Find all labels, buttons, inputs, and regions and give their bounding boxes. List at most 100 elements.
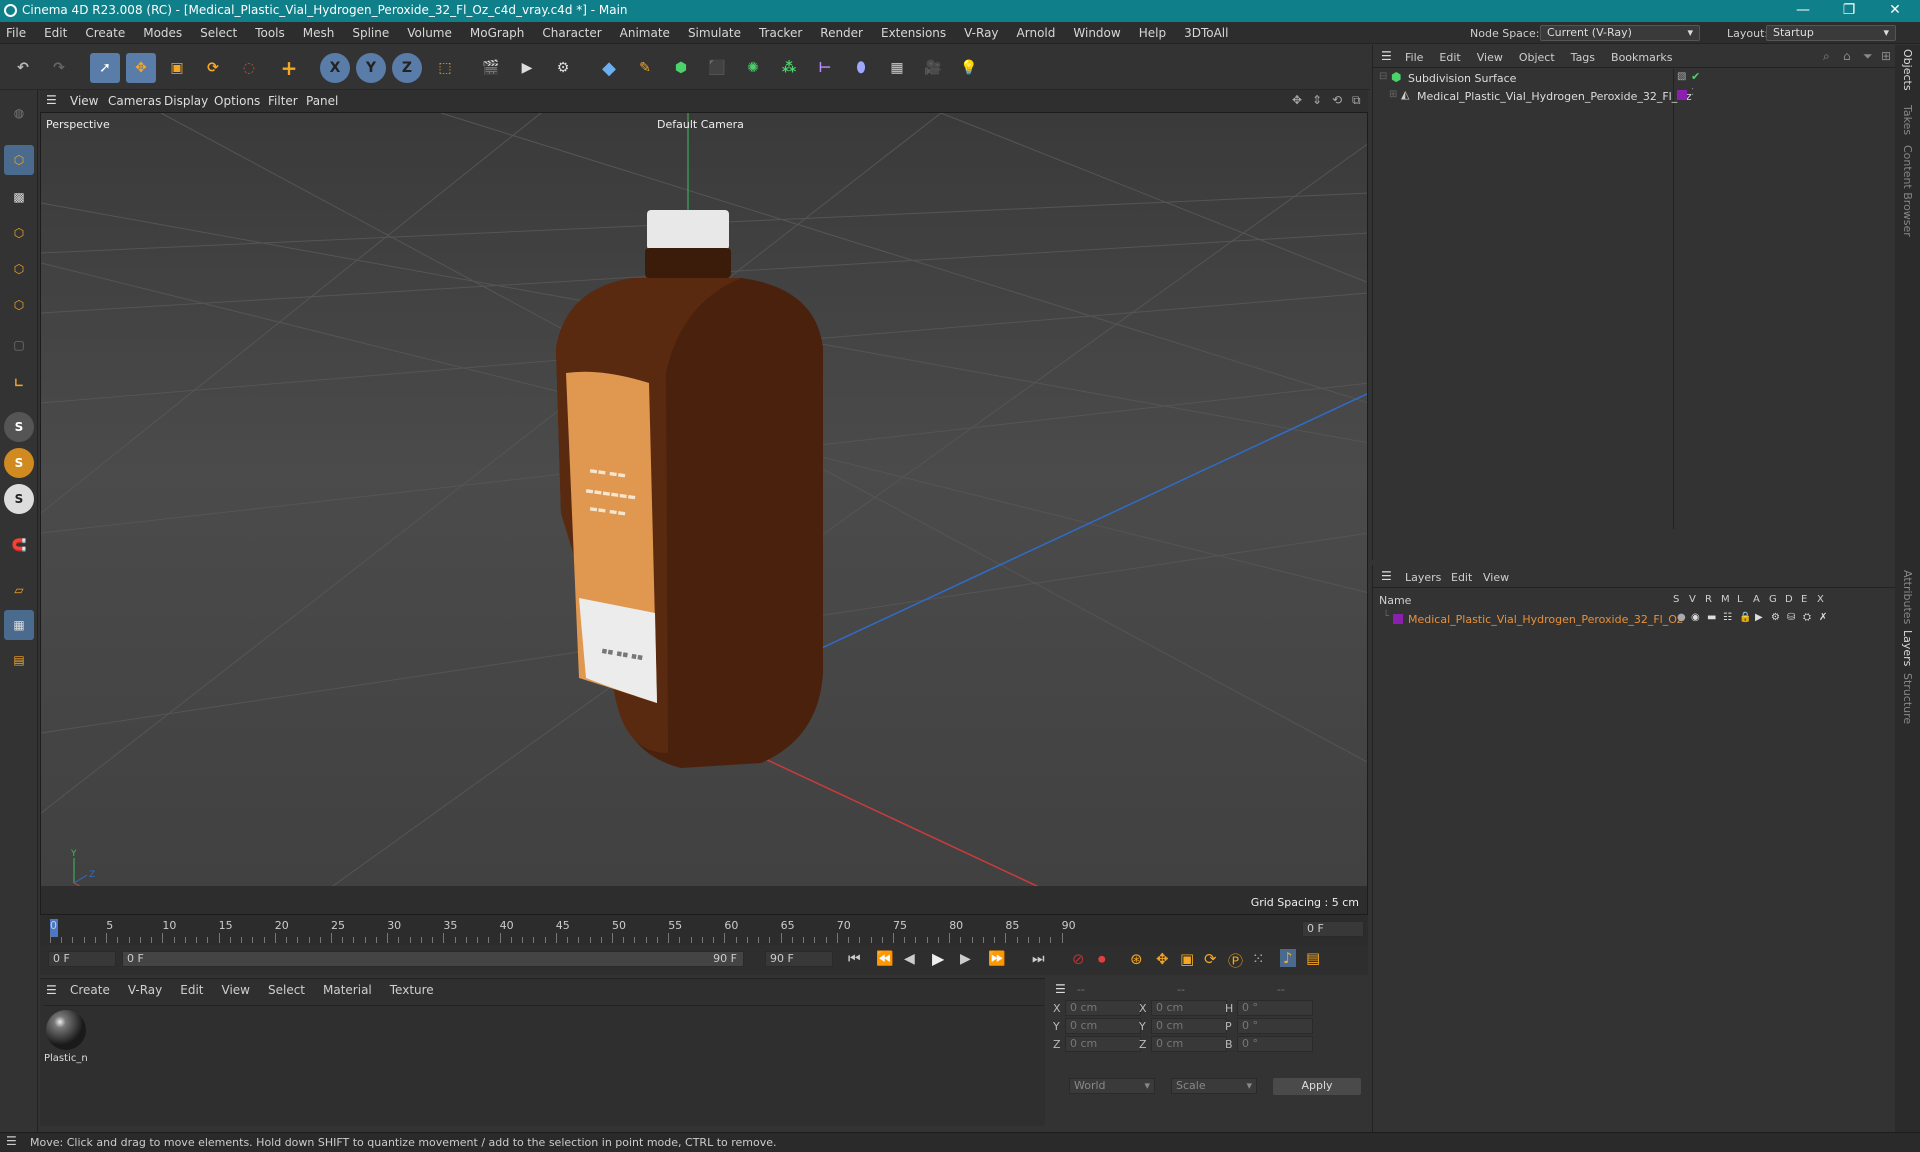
current-frame-field[interactable]: 0 F bbox=[1302, 921, 1364, 937]
tab-content-browser[interactable]: Content Browser bbox=[1901, 145, 1914, 237]
menu-item-file[interactable]: File bbox=[6, 26, 26, 40]
tab-takes[interactable]: Takes bbox=[1901, 105, 1914, 135]
layout-select[interactable]: Startup ▾ bbox=[1766, 25, 1896, 41]
viewport-menu-filter[interactable]: Filter bbox=[268, 94, 298, 108]
layer-flag-a[interactable]: A bbox=[1753, 594, 1769, 605]
motion-path-icon[interactable]: ♪ bbox=[1280, 949, 1296, 967]
lock-icon[interactable]: 🔒 bbox=[1739, 612, 1751, 623]
menu-item-v-ray[interactable]: V-Ray bbox=[964, 26, 998, 40]
material-menu-texture[interactable]: Texture bbox=[390, 983, 434, 997]
workplane-icon[interactable]: ▱ bbox=[4, 575, 34, 605]
scale-tool-icon[interactable]: ▣ bbox=[162, 53, 192, 83]
previous-key-icon[interactable]: ⏪ bbox=[876, 951, 893, 967]
expressions-icon[interactable]: ⛭ bbox=[1803, 612, 1811, 623]
material-menu-material[interactable]: Material bbox=[323, 983, 372, 997]
minimize-icon[interactable]: — bbox=[1780, 0, 1826, 22]
material-menu-create[interactable]: Create bbox=[70, 983, 110, 997]
move-view-icon[interactable]: ✥ bbox=[1292, 93, 1302, 107]
layer-flag-m[interactable]: M bbox=[1721, 594, 1737, 605]
apply-button[interactable]: Apply bbox=[1273, 1078, 1361, 1095]
transform-icon[interactable]: + bbox=[274, 53, 304, 83]
key-position-icon[interactable]: ✥ bbox=[1156, 950, 1169, 968]
search-icon[interactable]: ⌕ bbox=[1823, 49, 1830, 64]
menu-item-select[interactable]: Select bbox=[200, 26, 237, 40]
viewport-menu-display[interactable]: Display bbox=[164, 94, 208, 108]
layer-flag-v[interactable]: V bbox=[1689, 594, 1705, 605]
object-row-subdivision[interactable]: ⊟ ⬢ Subdivision Surface ▧ ✔ bbox=[1373, 69, 1896, 529]
render-icon[interactable]: ▬ bbox=[1707, 612, 1716, 623]
points-mode-icon[interactable]: ⬡ bbox=[4, 218, 34, 248]
field-icon[interactable]: ⬮ bbox=[846, 53, 876, 83]
locked-workplane-icon[interactable]: ▤ bbox=[4, 645, 34, 675]
floor-icon[interactable]: ▦ bbox=[882, 53, 912, 83]
coord-value-field[interactable]: 0 cm bbox=[1065, 1036, 1141, 1052]
undo-icon[interactable]: ↶ bbox=[8, 53, 38, 83]
dots-icon[interactable]: ⁚ bbox=[1691, 87, 1694, 98]
frame-range-slider[interactable]: 0 F 90 F bbox=[122, 951, 744, 967]
maximize-view-icon[interactable]: ⧉ bbox=[1352, 93, 1361, 108]
magnet-icon[interactable]: 🧲 bbox=[4, 530, 34, 560]
render-settings-icon[interactable]: ⚙ bbox=[548, 53, 578, 83]
material-item[interactable]: Plastic_n bbox=[44, 1007, 88, 1067]
expand-icon[interactable]: ⊟ bbox=[1379, 71, 1387, 82]
tab-layers[interactable]: Layers bbox=[1901, 630, 1914, 666]
coord-value-field[interactable]: 0 ° bbox=[1237, 1000, 1313, 1016]
manager-icon[interactable]: ☷ bbox=[1723, 612, 1732, 623]
filter-icon[interactable]: ⏷ bbox=[1863, 49, 1873, 64]
tab-attributes[interactable]: Attributes bbox=[1901, 570, 1914, 624]
new-window-icon[interactable]: ⊞ bbox=[1881, 49, 1891, 63]
viewport-menu-panel[interactable]: Panel bbox=[306, 94, 338, 108]
next-key-icon[interactable]: ⏩ bbox=[988, 951, 1005, 967]
menu-item-spline[interactable]: Spline bbox=[352, 26, 389, 40]
layer-flag-s[interactable]: S bbox=[1673, 594, 1689, 605]
zoom-view-icon[interactable]: ⇕ bbox=[1312, 93, 1322, 107]
axis-mode-icon[interactable]: ∟ bbox=[4, 368, 34, 398]
timeline-window-icon[interactable]: ▤ bbox=[1306, 949, 1320, 967]
hamburger-icon[interactable]: ☰ bbox=[46, 93, 57, 107]
menu-item-volume[interactable]: Volume bbox=[407, 26, 452, 40]
close-icon[interactable]: ✕ bbox=[1872, 0, 1918, 22]
move-tool-icon[interactable]: ✥ bbox=[126, 53, 156, 83]
snap-icon[interactable]: S bbox=[4, 412, 34, 442]
cube-icon[interactable]: ◆ bbox=[594, 53, 624, 83]
array-icon[interactable]: ⁂ bbox=[774, 53, 804, 83]
menu-item-modes[interactable]: Modes bbox=[143, 26, 182, 40]
grid-icon[interactable]: ▦ bbox=[4, 610, 34, 640]
menu-item-tracker[interactable]: Tracker bbox=[759, 26, 802, 40]
layer-flag-l[interactable]: L bbox=[1737, 594, 1753, 605]
render-view-icon[interactable]: 🎬 bbox=[476, 53, 506, 83]
mograph-cloner-icon[interactable]: ✺ bbox=[738, 53, 768, 83]
x-axis-icon[interactable]: X bbox=[320, 53, 350, 83]
xref-icon[interactable]: ✗ bbox=[1819, 612, 1827, 623]
deformer-icon[interactable]: ⊢ bbox=[810, 53, 840, 83]
snap-settings-icon[interactable]: S bbox=[4, 448, 34, 478]
autokey-icon[interactable]: ⏺ bbox=[1098, 950, 1106, 968]
menu-item-animate[interactable]: Animate bbox=[620, 26, 670, 40]
viewport[interactable]: ▬▬ ▬▬ ▬▬▬▬▬▬ ▬▬ ▬▬ ▪▪ ▪▪ ▪▪ Y Z X Perspe… bbox=[40, 112, 1368, 915]
layer-name[interactable]: Medical_Plastic_Vial_Hydrogen_Peroxide_3… bbox=[1408, 613, 1683, 626]
object-menu-file[interactable]: File bbox=[1405, 51, 1423, 64]
home-icon[interactable]: ⌂ bbox=[1843, 49, 1851, 63]
z-axis-icon[interactable]: Z bbox=[392, 53, 422, 83]
tab-objects[interactable]: Objects bbox=[1901, 49, 1914, 91]
material-menu-select[interactable]: Select bbox=[268, 983, 305, 997]
enabled-check-icon[interactable]: ✔ bbox=[1691, 70, 1700, 83]
snap-workplane-icon[interactable]: S bbox=[4, 484, 34, 514]
rotate-view-icon[interactable]: ⟲ bbox=[1332, 93, 1342, 107]
pen-spline-icon[interactable]: ✎ bbox=[630, 53, 660, 83]
tab-structure[interactable]: Structure bbox=[1901, 673, 1914, 724]
layer-flag-d[interactable]: D bbox=[1785, 594, 1801, 605]
subdivision-icon[interactable]: ⬢ bbox=[666, 53, 696, 83]
menu-item-render[interactable]: Render bbox=[820, 26, 863, 40]
coord-value-field[interactable]: 0 cm bbox=[1151, 1018, 1227, 1034]
layer-menu-icon[interactable]: ☰ bbox=[1381, 569, 1392, 583]
record-keys-icon[interactable]: ⊘ bbox=[1072, 950, 1085, 968]
generators-icon[interactable]: ⚙ bbox=[1771, 612, 1780, 623]
viewport-menu-options[interactable]: Options bbox=[214, 94, 260, 108]
layer-flag-g[interactable]: G bbox=[1769, 594, 1785, 605]
camera-name[interactable]: Default Camera bbox=[657, 118, 744, 131]
redo-icon[interactable]: ↷ bbox=[44, 53, 74, 83]
coord-value-field[interactable]: 0 ° bbox=[1237, 1018, 1313, 1034]
menu-item-window[interactable]: Window bbox=[1073, 26, 1120, 40]
viewport-menu-view[interactable]: View bbox=[70, 94, 98, 108]
